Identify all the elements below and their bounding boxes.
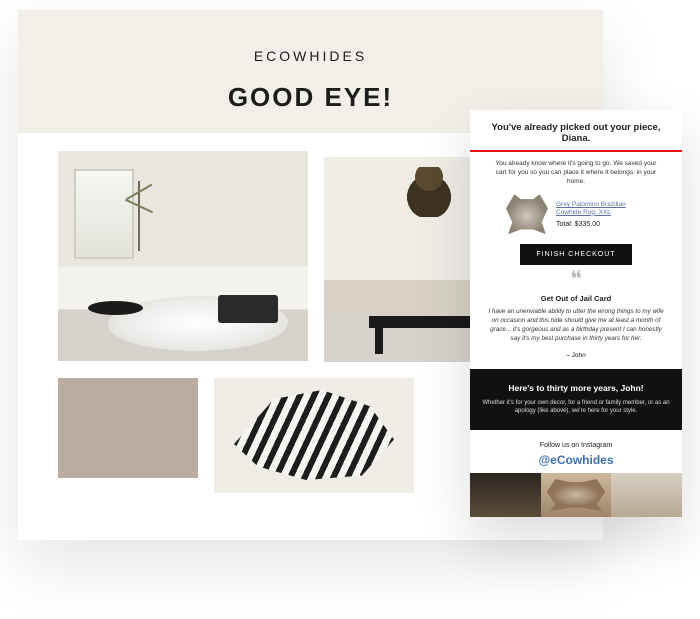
banner-body: Whether it's for your own decor, for a f…	[482, 399, 670, 416]
thumbnail-1[interactable]	[470, 473, 541, 517]
testimonial-body: I have an unenviable ability to utter th…	[484, 307, 668, 344]
cart-total: Total: $335.00	[556, 221, 646, 228]
brand-name: ECOWHIDES	[18, 48, 603, 64]
color-swatch-taupe	[58, 378, 198, 478]
cart-subtext: You already know where it's going to go.…	[484, 160, 668, 186]
cart-reminder-email: You've already picked out your piece, Di…	[470, 110, 682, 517]
follow-label: Follow us on Instagram	[470, 442, 682, 449]
product-photo-zebra-hide	[214, 378, 414, 493]
finish-checkout-button[interactable]: FINISH CHECKOUT	[520, 244, 631, 265]
product-thumbnail-cowhide	[506, 194, 548, 234]
interior-photo-living-room	[58, 151, 308, 361]
instagram-handle-link[interactable]: @eCowhides	[470, 453, 682, 467]
social-follow: Follow us on Instagram @eCowhides	[470, 430, 682, 473]
banner-heading: Here's to thirty more years, John!	[482, 383, 670, 393]
testimonial-author: – John	[484, 352, 668, 359]
product-name-link[interactable]: Grey Palomino Brazilian Cowhide Rug: XXL	[556, 201, 646, 217]
cart-headline: You've already picked out your piece, Di…	[484, 122, 668, 144]
saved-product: Grey Palomino Brazilian Cowhide Rug: XXL…	[484, 194, 668, 234]
promo-banner: Here's to thirty more years, John! Wheth…	[470, 369, 682, 430]
thumbnail-3[interactable]	[611, 473, 682, 517]
testimonial-title: Get Out of Jail Card	[484, 294, 668, 303]
thumbnail-2[interactable]	[541, 473, 612, 517]
quote-icon: ❝	[484, 275, 668, 284]
instagram-thumbnails	[470, 473, 682, 517]
accent-divider	[470, 150, 682, 152]
hero-headline: GOOD EYE!	[18, 82, 603, 113]
